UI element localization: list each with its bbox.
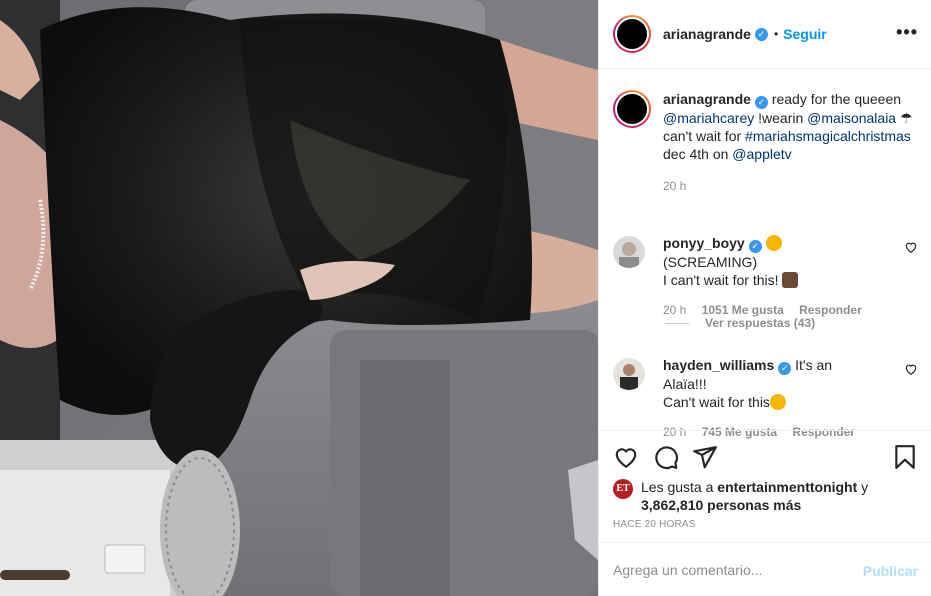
- likes-prefix: Les gusta a: [641, 479, 718, 495]
- author-username[interactable]: arianagrande: [663, 26, 751, 42]
- comment-composer: Publicar: [599, 542, 931, 596]
- star-struck-emoji-icon: [765, 235, 782, 251]
- more-options-icon[interactable]: •••: [896, 22, 918, 43]
- commenter-username[interactable]: hayden_williams: [663, 357, 774, 373]
- likes-summary: ET Les gusta a entertainmenttonight y 3,…: [613, 478, 913, 514]
- reply-button[interactable]: Responder: [799, 303, 862, 317]
- likes-count[interactable]: 3,862,810 personas más: [641, 497, 801, 513]
- caption-avatar[interactable]: [613, 90, 651, 128]
- post-timestamp[interactable]: HACE 20 HORAS: [613, 519, 696, 530]
- caption-fragment: ready for the queeen: [767, 91, 902, 107]
- post-sidebar: arianagrande ✓ • Seguir ••• arianagrande…: [598, 0, 931, 596]
- instagram-post-view: arianagrande ✓ • Seguir ••• arianagrande…: [0, 0, 931, 596]
- header-separator: •: [773, 27, 779, 41]
- view-replies[interactable]: Ver respuestas (43): [665, 316, 815, 330]
- post-photo[interactable]: [0, 0, 598, 596]
- comment-text: Can't wait for this: [663, 394, 770, 410]
- hands-emoji-icon: [782, 272, 799, 288]
- comment-text: I can't wait for this!: [663, 272, 783, 288]
- comment-icon[interactable]: [653, 444, 679, 470]
- comment-item: ponyy_boyy ✓ (SCREAMING) I can't wait for…: [613, 234, 918, 319]
- follow-button[interactable]: Seguir: [783, 26, 827, 42]
- bookmark-icon[interactable]: [892, 444, 918, 470]
- caption-time[interactable]: 20 h: [663, 177, 918, 195]
- caption-text: arianagrande ✓ ready for the queeen @mari…: [663, 90, 918, 195]
- share-icon[interactable]: [692, 444, 718, 470]
- post-caption: arianagrande ✓ ready for the queeen @mari…: [613, 90, 918, 195]
- comment-input[interactable]: [613, 561, 843, 578]
- hashtag-link[interactable]: #mariahsmagicalchristmas: [745, 128, 911, 144]
- mention-link[interactable]: @mariahcarey: [663, 110, 754, 126]
- verified-badge-icon: ✓: [778, 362, 792, 375]
- likes-text: Les gusta a entertainmenttonight y 3,862…: [641, 478, 868, 514]
- heart-icon[interactable]: [613, 444, 639, 470]
- commenter-avatar[interactable]: [613, 236, 645, 268]
- verified-badge-icon: ✓: [748, 240, 762, 253]
- caption-username[interactable]: arianagrande: [663, 91, 751, 107]
- mention-link[interactable]: @maisonalaia: [807, 110, 896, 126]
- view-replies-button[interactable]: Ver respuestas (43): [705, 316, 815, 330]
- verified-badge-icon: ✓: [754, 96, 768, 109]
- comment-like-heart-icon[interactable]: [904, 362, 918, 376]
- star-struck-emoji-icon: [769, 394, 786, 410]
- publish-button[interactable]: Publicar: [863, 563, 918, 579]
- liker-avatar[interactable]: ET: [613, 479, 633, 499]
- caption-fragment: dec 4th on: [663, 146, 733, 162]
- post-header: arianagrande ✓ • Seguir •••: [599, 0, 931, 69]
- comment-body: hayden_williams ✓ It's an Alaïa!!! Can't …: [663, 356, 878, 441]
- comment-likes[interactable]: 1051 Me gusta: [702, 303, 784, 317]
- comment-item: hayden_williams ✓ It's an Alaïa!!! Can't …: [613, 356, 918, 441]
- liker-username[interactable]: entertainmenttonight: [717, 479, 857, 495]
- caption-fragment: !wearin: [754, 110, 808, 126]
- comment-time[interactable]: 20 h: [663, 303, 686, 317]
- post-actions: ET Les gusta a entertainmenttonight y 3,…: [599, 430, 931, 542]
- photo-illustration: [0, 0, 598, 596]
- likes-conjunction: y: [857, 479, 869, 495]
- author-avatar[interactable]: [613, 15, 651, 53]
- mention-link[interactable]: @appletv: [732, 146, 791, 162]
- commenter-avatar[interactable]: [613, 358, 645, 390]
- replies-divider: [665, 322, 689, 324]
- commenter-username[interactable]: ponyy_boyy: [663, 235, 745, 251]
- comment-body: ponyy_boyy ✓ (SCREAMING) I can't wait for…: [663, 234, 878, 319]
- verified-badge-icon: ✓: [754, 27, 768, 41]
- comment-like-heart-icon[interactable]: [904, 240, 918, 254]
- comment-text: (SCREAMING): [663, 254, 758, 270]
